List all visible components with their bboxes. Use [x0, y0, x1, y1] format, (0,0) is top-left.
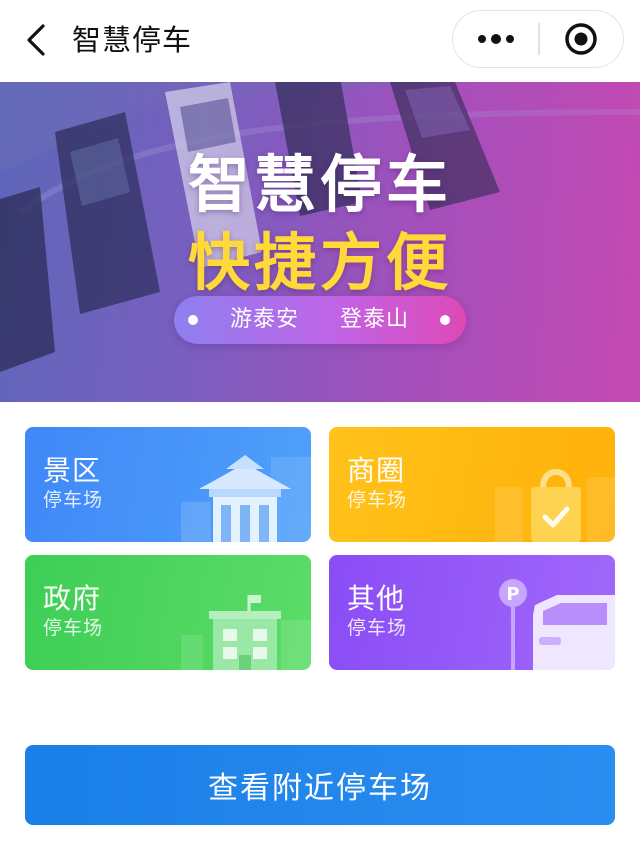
promo-banner: 智慧停车 快捷方便 游泰安 登泰山 [0, 82, 640, 402]
category-subtitle: 停车场 [347, 617, 408, 639]
category-title: 景区 [43, 454, 102, 487]
category-title: 政府 [43, 582, 102, 615]
banner-title: 智慧停车 [187, 148, 452, 221]
government-building-icon [181, 595, 311, 670]
page-title: 智慧停车 [72, 23, 193, 57]
svg-text:P: P [506, 584, 519, 605]
close-button[interactable] [539, 11, 623, 66]
view-nearby-parking-button[interactable]: 查看附近停车场 [25, 745, 615, 825]
more-button[interactable] [453, 11, 539, 66]
pill-dot-left [188, 315, 198, 325]
pill-dot-right [440, 315, 450, 325]
menu-capsule [452, 10, 624, 68]
target-close-icon [565, 22, 597, 55]
category-subtitle: 停车场 [43, 489, 104, 511]
category-card-other[interactable]: 其他 停车场 P [329, 555, 615, 670]
category-card-scenic[interactable]: 景区 停车场 [25, 427, 311, 542]
tagline-left: 游泰安 [230, 307, 300, 332]
category-subtitle: 停车场 [43, 617, 104, 639]
parking-car-icon: P [499, 579, 615, 670]
temple-icon [181, 455, 311, 542]
category-subtitle: 停车场 [347, 489, 408, 511]
category-card-mall[interactable]: 商圈 停车场 [329, 427, 615, 542]
back-button[interactable] [18, 20, 54, 60]
banner-slogan: 快捷方便 [187, 226, 452, 299]
more-dots-icon [478, 33, 514, 44]
tagline-pill: 游泰安 登泰山 [174, 296, 466, 344]
chevron-left-icon [27, 24, 45, 56]
category-card-government[interactable]: 政府 停车场 [25, 555, 311, 670]
category-title: 其他 [347, 582, 406, 615]
tagline-right: 登泰山 [340, 307, 410, 332]
shopping-bag-icon [495, 469, 615, 542]
navigation-bar: 智慧停车 [0, 0, 640, 82]
category-title: 商圈 [347, 454, 406, 487]
